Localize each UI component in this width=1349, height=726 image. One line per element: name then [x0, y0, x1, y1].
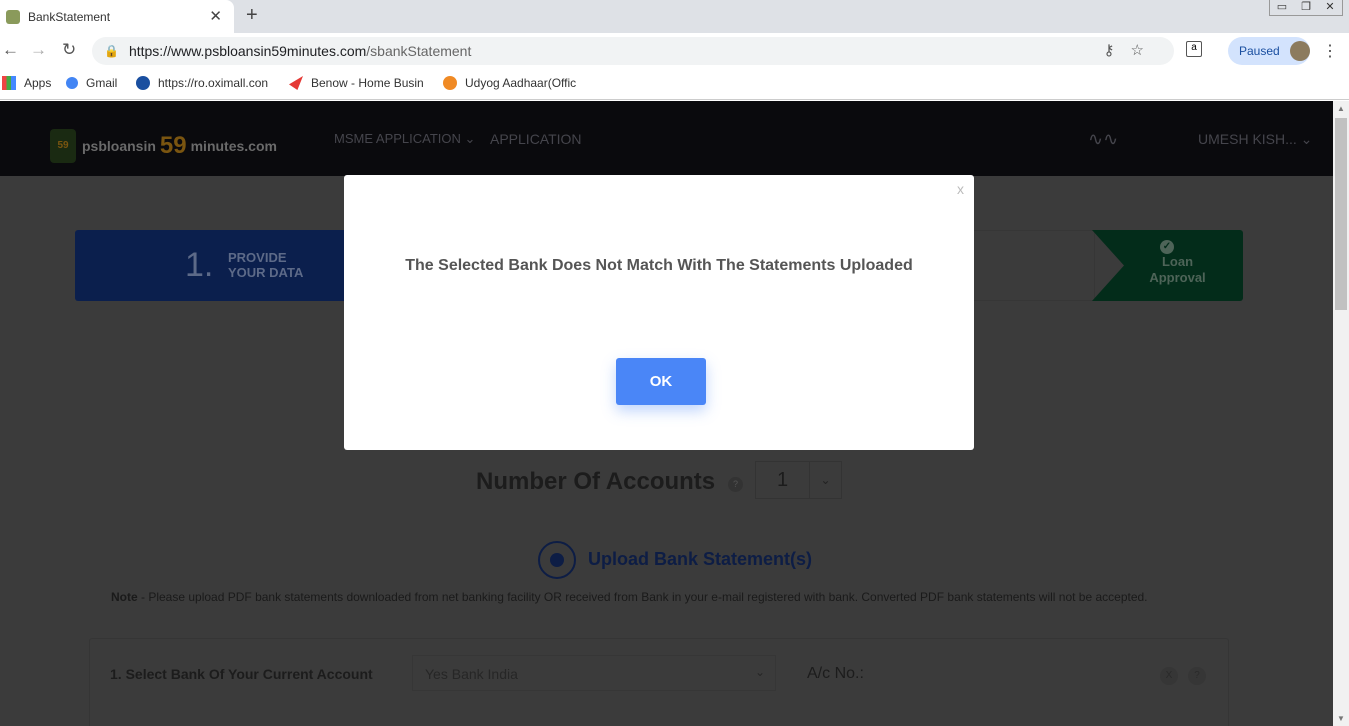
user-menu[interactable]: UMESH KISH... ⌄: [1198, 131, 1312, 148]
scrollbar-thumb[interactable]: [1335, 118, 1347, 310]
url-bar[interactable]: 🔒 https://www.psbloansin59minutes.com/sb…: [92, 37, 1174, 65]
msme-icon: [443, 76, 457, 90]
extension-icon[interactable]: a: [1186, 41, 1202, 57]
logo-number: 59: [159, 132, 187, 159]
step-label: Loan Approval: [1149, 254, 1206, 285]
tab-strip: BankStatement ✕ + ▭ ❐ ✕: [0, 0, 1349, 33]
dialog-message: The Selected Bank Does Not Match With Th…: [405, 257, 913, 274]
error-dialog: x The Selected Bank Does Not Match With …: [344, 175, 974, 450]
url-path: /sbankStatement: [366, 43, 472, 59]
upload-label: Upload Bank Statement(s): [588, 549, 813, 569]
restore-icon[interactable]: ❐: [1294, 0, 1318, 15]
accounts-select[interactable]: 1 ⌄: [755, 461, 842, 499]
bookmark-label: https://ro.oximall.con: [158, 76, 269, 90]
profile-button[interactable]: Paused: [1228, 37, 1310, 65]
address-bar-row: ← → ↻ 🔒 https://www.psbloansin59minutes.…: [0, 33, 1349, 69]
step-label: PROVIDE YOUR DATA: [228, 250, 304, 280]
minimize-icon[interactable]: ▭: [1270, 0, 1294, 15]
help-icon[interactable]: ?: [728, 477, 743, 492]
site-logo[interactable]: 59 psbloansin 59 minutes.com: [50, 129, 277, 163]
star-icon[interactable]: ☆: [1131, 42, 1160, 59]
accounts-value: 1: [756, 462, 810, 498]
window-controls: ▭ ❐ ✕: [1269, 0, 1343, 16]
bank-value: Yes Bank India: [425, 666, 518, 682]
bookmark-oximall[interactable]: https://ro.oximall.con: [136, 76, 268, 90]
chevron-down-icon: ⌄: [754, 665, 765, 679]
close-window-icon[interactable]: ✕: [1318, 0, 1342, 15]
lock-icon: 🔒: [104, 44, 119, 58]
browser-tab[interactable]: BankStatement ✕: [0, 0, 234, 33]
oximall-icon: [136, 76, 150, 90]
logo-text: minutes.com: [190, 138, 277, 154]
logo-badge-icon: 59: [50, 129, 76, 163]
bookmark-label: Benow - Home Busin: [311, 76, 424, 90]
new-tab-button[interactable]: +: [246, 4, 258, 27]
avatar: [1289, 41, 1310, 61]
user-name: UMESH KISH...: [1198, 131, 1297, 147]
scroll-up-icon[interactable]: ▲: [1337, 104, 1345, 113]
step-loan-approval: ✓ Loan Approval: [1092, 230, 1243, 301]
bank-select[interactable]: Yes Bank India ⌄: [412, 655, 776, 691]
google-icon: [66, 77, 78, 89]
select-bank-label: 1. Select Bank Of Your Current Account: [110, 666, 373, 682]
bookmark-label: Gmail: [86, 76, 118, 90]
help-icon[interactable]: ?: [1188, 667, 1206, 685]
step-number: 1.: [185, 246, 214, 284]
bookmark-label: Apps: [24, 76, 52, 90]
activity-icon[interactable]: ∿∿: [1088, 129, 1118, 150]
check-icon: ✓: [1160, 240, 1174, 254]
forward-icon[interactable]: →: [30, 40, 47, 60]
apps-grid-icon: [2, 76, 16, 90]
benow-icon: [289, 76, 303, 90]
remove-button[interactable]: X: [1160, 667, 1178, 685]
scrollbar[interactable]: ▲ ▼: [1333, 101, 1349, 726]
chevron-down-icon: ⌄: [820, 473, 831, 487]
nav-application[interactable]: APPLICATION: [490, 131, 582, 147]
upload-note: Note - Please upload PDF bank statements…: [111, 590, 1148, 604]
bookmark-gmail[interactable]: Gmail: [66, 76, 117, 90]
site-header: 59 psbloansin 59 minutes.com MSME APPLICAT…: [0, 101, 1333, 176]
bookmarks-bar: Apps Gmail https://ro.oximall.con Benow …: [0, 69, 1349, 100]
back-icon[interactable]: ←: [2, 40, 19, 60]
step-provide-data: 1. PROVIDE YOUR DATA: [75, 230, 365, 301]
more-menu-icon[interactable]: ⋮: [1322, 41, 1338, 61]
profile-status: Paused: [1239, 44, 1280, 58]
ok-button[interactable]: OK: [616, 358, 706, 405]
bookmark-udyog[interactable]: Udyog Aadhaar(Offic: [443, 76, 576, 90]
scroll-down-icon[interactable]: ▼: [1337, 714, 1345, 723]
logo-text: psbloansin: [82, 138, 156, 154]
tab-title: BankStatement: [28, 9, 111, 24]
reload-icon[interactable]: ↻: [62, 40, 76, 60]
key-icon[interactable]: ⚷: [1104, 42, 1131, 59]
bookmark-benow[interactable]: Benow - Home Busin: [289, 76, 424, 90]
nav-msme-application[interactable]: MSME APPLICATION ⌄: [334, 131, 475, 147]
bookmark-label: Udyog Aadhaar(Offic: [465, 76, 577, 90]
bank-account-card: 1. Select Bank Of Your Current Account Y…: [89, 638, 1229, 726]
accounts-label: Number Of Accounts: [476, 468, 716, 495]
bookmark-apps[interactable]: Apps: [2, 76, 51, 90]
dialog-close-button[interactable]: x: [957, 181, 964, 197]
upload-radio[interactable]: [538, 541, 576, 579]
tab-close-button[interactable]: ✕: [209, 7, 222, 25]
url-domain: https://www.psbloansin59minutes.com: [128, 43, 367, 59]
favicon-icon: [6, 9, 20, 24]
nav-label: MSME APPLICATION: [334, 131, 461, 146]
account-number-label: A/c No.:: [807, 665, 864, 682]
